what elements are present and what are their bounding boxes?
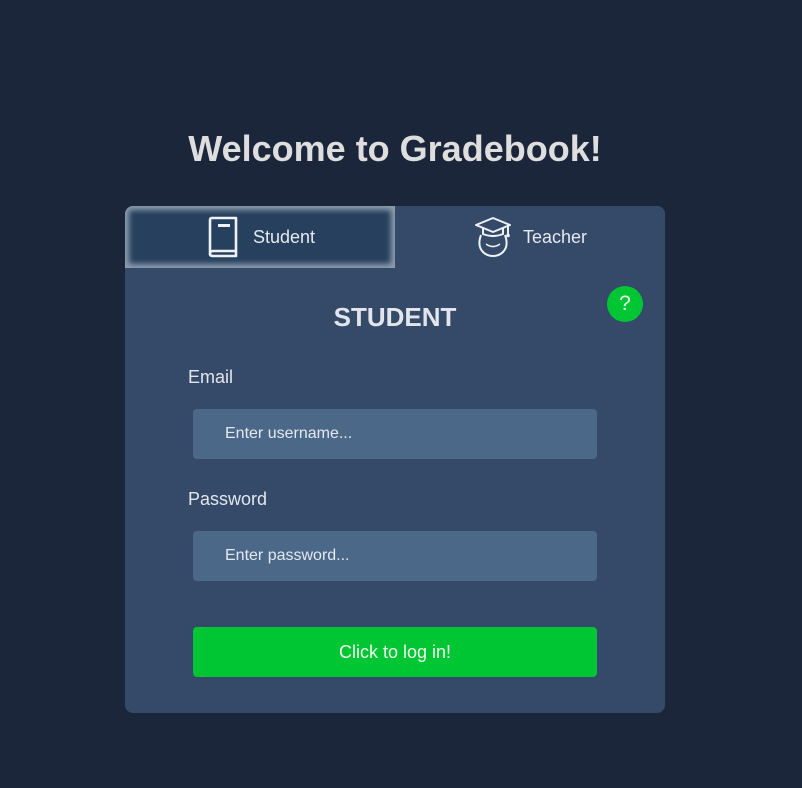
graduate-icon xyxy=(473,216,513,258)
tab-student-label: Student xyxy=(252,226,316,247)
tab-teacher-label: Teacher xyxy=(522,226,588,247)
password-field[interactable] xyxy=(193,531,597,581)
tab-teacher[interactable]: Teacher xyxy=(395,206,665,268)
form-heading: STUDENT xyxy=(333,302,457,332)
email-label: Email xyxy=(188,367,234,387)
book-icon xyxy=(205,216,241,258)
page-title: Welcome to Gradebook! xyxy=(188,128,602,169)
login-card: Student Teacher ? STUDENT Email Password… xyxy=(125,206,665,713)
login-button[interactable]: Click to log in! xyxy=(193,627,597,677)
email-field[interactable] xyxy=(193,409,597,459)
tab-student[interactable]: Student xyxy=(125,206,395,268)
password-label: Password xyxy=(188,489,268,509)
